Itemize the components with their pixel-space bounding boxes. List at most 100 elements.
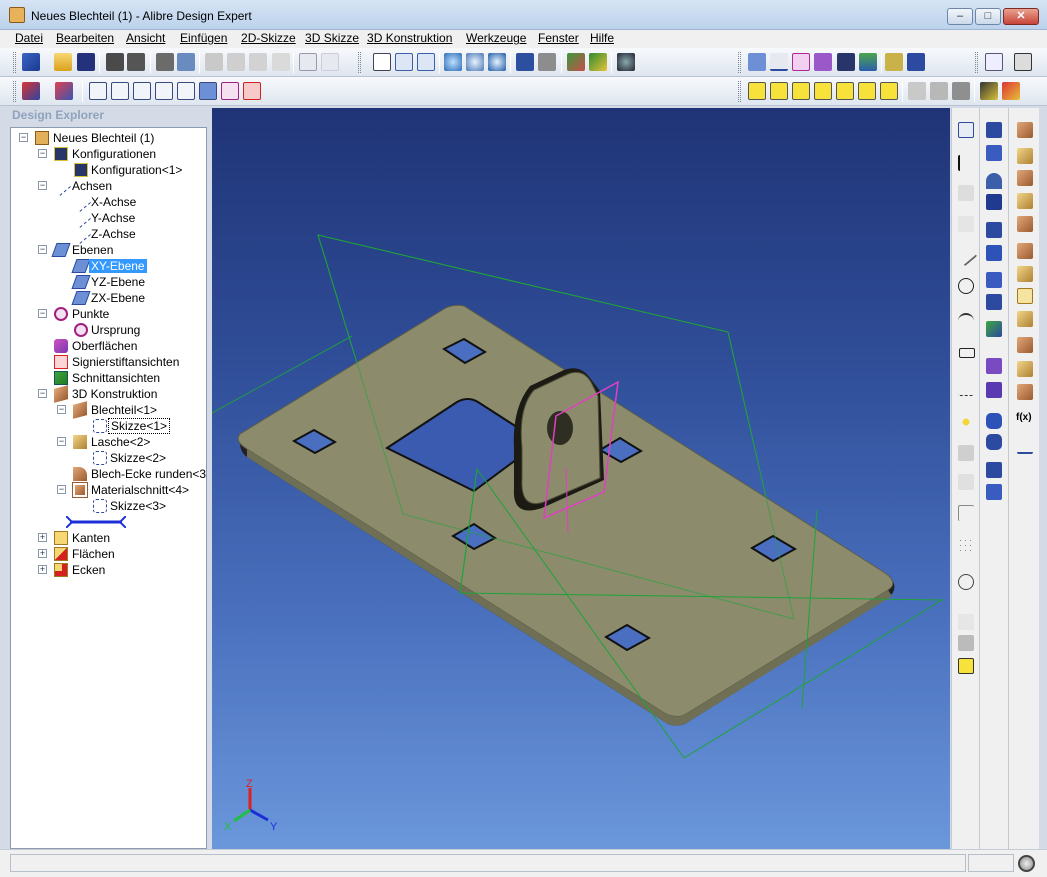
import-icon[interactable] [106, 53, 124, 71]
hole-icon[interactable] [986, 245, 1002, 261]
tree-node-x-achse[interactable]: X-Achse [71, 192, 192, 212]
maximize-button[interactable]: □ [975, 8, 1001, 25]
expand-toggle[interactable]: + [38, 549, 47, 558]
back-arrow-icon[interactable] [516, 53, 534, 71]
new-part-icon[interactable] [22, 53, 40, 71]
thread-icon[interactable] [986, 272, 1002, 288]
lofted-flange-icon[interactable] [1017, 170, 1033, 186]
collapse-toggle[interactable]: − [38, 245, 47, 254]
tree-node-lasche-2[interactable]: − Lasche<2> [57, 434, 197, 450]
flat-pattern-icon[interactable] [1017, 337, 1033, 353]
collapse-toggle[interactable]: − [57, 485, 66, 494]
menu-fenster[interactable]: Fenster [538, 31, 579, 45]
point-tool-icon[interactable] [792, 53, 810, 71]
crosshair-icon[interactable] [958, 155, 974, 171]
3d-viewport[interactable]: Z Y X [212, 108, 950, 849]
tree-node-skizze-1[interactable]: Skizze<1> [91, 418, 191, 434]
forward-arrow-icon[interactable] [538, 53, 556, 71]
menu-ansicht[interactable]: Ansicht [126, 31, 165, 45]
compass-icon[interactable] [1018, 855, 1035, 872]
fillet-icon[interactable] [986, 413, 1002, 429]
zoom-in-icon[interactable] [444, 53, 462, 71]
view-iso-icon[interactable] [748, 82, 766, 100]
tree-node-part[interactable]: − Neues Blechteil (1) [19, 130, 204, 146]
menu-einfuegen[interactable]: Einfügen [180, 31, 227, 45]
undo-icon[interactable] [299, 53, 317, 71]
menu-hilfe[interactable]: Hilfe [590, 31, 614, 45]
zoom-fit-icon[interactable] [488, 53, 506, 71]
view-right-icon[interactable] [836, 82, 854, 100]
view-back-icon[interactable] [792, 82, 810, 100]
tree-node-schnittansichten[interactable]: Schnittansichten [54, 370, 204, 386]
chamfer-icon[interactable] [958, 505, 974, 521]
menu-werkzeuge[interactable]: Werkzeuge [466, 31, 526, 45]
view-front-icon[interactable] [770, 82, 788, 100]
tab-icon[interactable] [1017, 148, 1033, 164]
rollback-icon[interactable] [589, 53, 607, 71]
tree-node-konfiguration-1[interactable]: Konfiguration<1> [72, 162, 202, 178]
view-bottom-icon[interactable] [880, 82, 898, 100]
bend-relief-icon[interactable] [1017, 266, 1033, 282]
constraint-icon[interactable] [1002, 82, 1020, 100]
sketch-activate-icon[interactable] [958, 122, 974, 138]
fold-icon[interactable] [1017, 311, 1033, 327]
sketch-bend-icon[interactable] [133, 82, 151, 100]
view-top-icon[interactable] [858, 82, 876, 100]
view-left-icon[interactable] [814, 82, 832, 100]
tree-node-xy-ebene[interactable]: XY-Ebene [71, 258, 192, 274]
menu-3d-skizze[interactable]: 3D Skizze [305, 31, 359, 45]
table-tool-icon[interactable] [837, 53, 855, 71]
sketch-tab-icon[interactable] [89, 82, 107, 100]
save-icon[interactable] [77, 53, 95, 71]
tree-node-zx-ebene[interactable]: ZX-Ebene [71, 290, 192, 306]
mirror-disabled-icon[interactable] [958, 614, 974, 630]
offset-icon[interactable] [958, 635, 974, 651]
revolve-icon[interactable] [986, 173, 1002, 189]
close-button[interactable]: ✕ [1003, 8, 1039, 25]
material-icon[interactable] [859, 53, 877, 71]
extrude-icon[interactable] [986, 122, 1002, 138]
line-icon[interactable] [954, 243, 978, 267]
sheet-metal-part-icon[interactable] [22, 82, 40, 100]
menu-3d-konstruktion[interactable]: 3D Konstruktion [367, 31, 452, 45]
trim-disabled-icon[interactable] [958, 474, 974, 490]
tree-node-y-achse[interactable]: Y-Achse [71, 208, 192, 228]
tree-node-ebenen[interactable]: − Ebenen [38, 242, 198, 258]
surface-extrude-icon[interactable] [986, 358, 1002, 374]
pan-icon[interactable] [395, 53, 413, 71]
axis-tool-icon[interactable] [770, 53, 788, 71]
tree-node-blechteil-1[interactable]: − Blechteil<1> [57, 401, 197, 419]
fillet-disabled-icon[interactable] [958, 445, 974, 461]
tree-node-flaechen[interactable]: + Flächen [38, 546, 198, 562]
hidden-lines-icon[interactable] [908, 82, 926, 100]
expand-toggle[interactable]: + [38, 533, 47, 542]
collapse-toggle[interactable]: − [57, 405, 66, 414]
expand-toggle[interactable]: + [38, 565, 47, 574]
collapse-toggle[interactable]: − [57, 437, 66, 446]
shell-icon[interactable] [986, 294, 1002, 310]
tree-node-3d-konstruktion[interactable]: − 3D Konstruktion [38, 385, 203, 403]
dimension-icon[interactable] [1017, 438, 1033, 454]
rollback-marker[interactable] [66, 516, 126, 528]
pattern-icon[interactable] [958, 538, 974, 554]
rotate-view-icon[interactable] [417, 53, 435, 71]
zoom-window-icon[interactable] [466, 53, 484, 71]
concentric-icon[interactable] [958, 574, 974, 590]
tree-node-kanten[interactable]: + Kanten [38, 530, 198, 546]
arc-icon[interactable] [958, 313, 974, 329]
flange-icon[interactable] [55, 82, 73, 100]
paste-icon[interactable] [249, 53, 267, 71]
rip-icon[interactable] [1017, 384, 1033, 400]
toolbar-grip[interactable] [358, 52, 361, 73]
plane-tool-icon[interactable] [748, 53, 766, 71]
sketch-cut-icon[interactable] [177, 82, 195, 100]
minimize-button[interactable]: – [947, 8, 973, 25]
tree-node-achsen[interactable]: − Achsen [38, 176, 198, 196]
tree-node-ursprung[interactable]: Ursprung [72, 322, 192, 338]
measure-icon[interactable] [885, 53, 903, 71]
tree-node-signierstiftansichten[interactable]: Signierstiftansichten [54, 354, 204, 370]
sketch-mode-icon[interactable] [980, 82, 998, 100]
collapse-toggle[interactable]: − [38, 389, 47, 398]
tree-node-skizze-3[interactable]: Skizze<3> [91, 498, 191, 514]
regenerate-icon[interactable] [567, 53, 585, 71]
